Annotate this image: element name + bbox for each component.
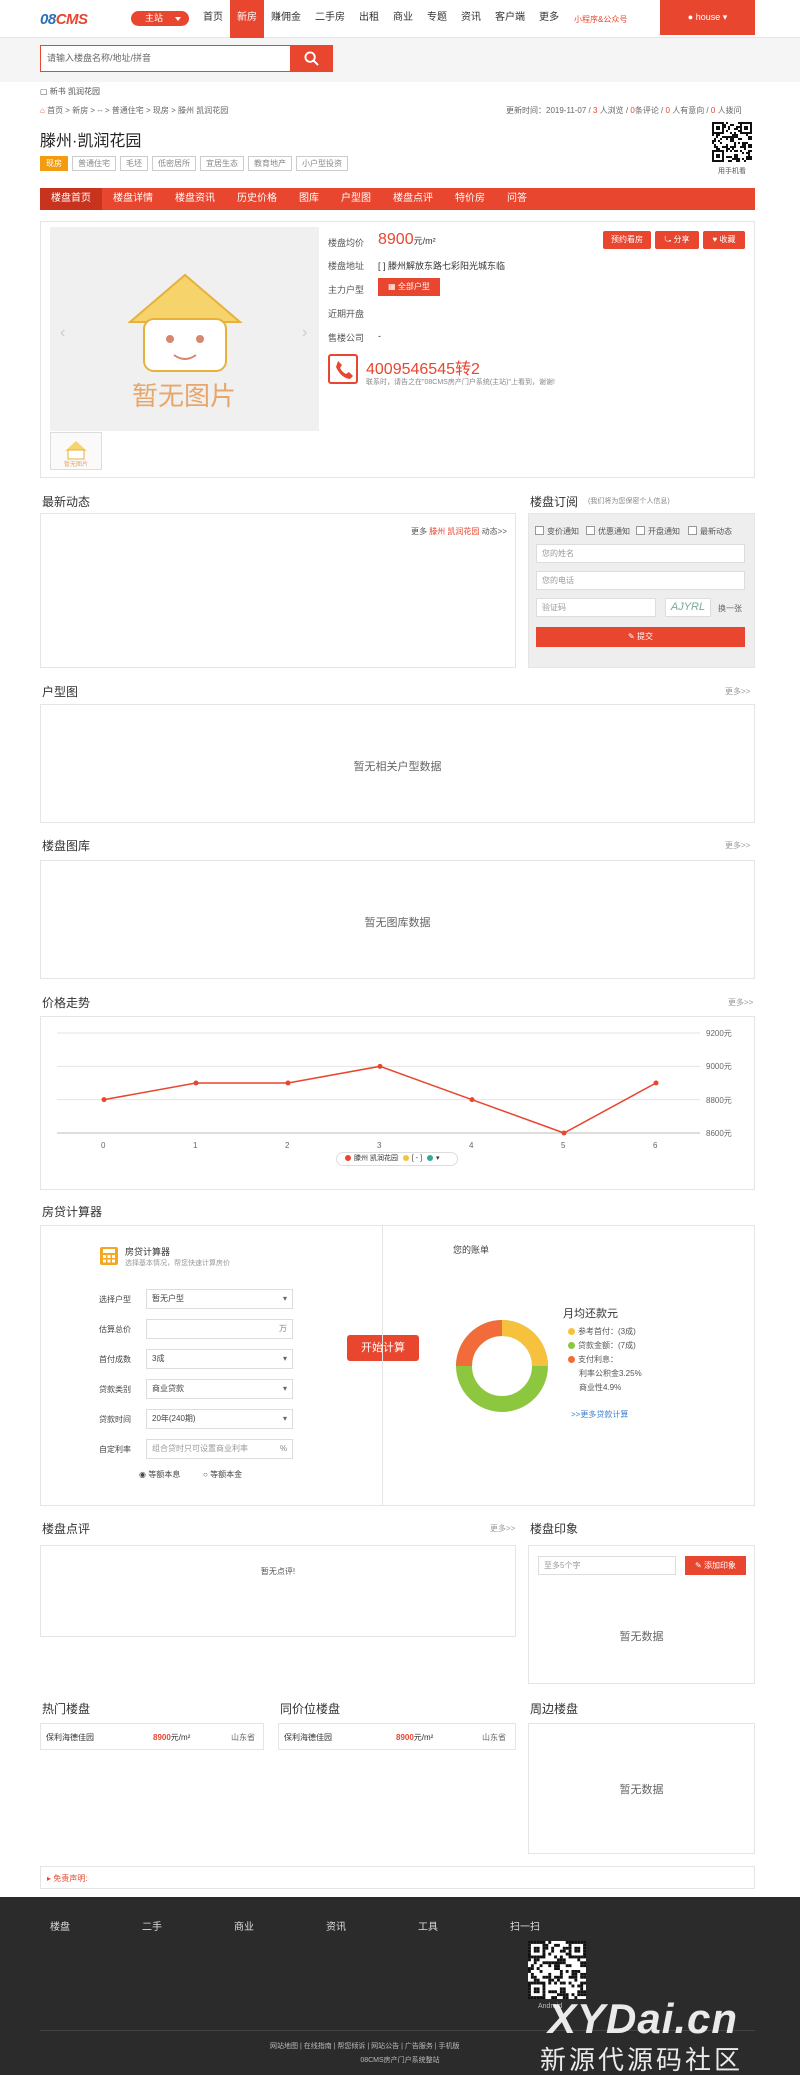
legend-dot-icon <box>402 1155 409 1161</box>
legend-series-name-2: [ - ] <box>411 1155 423 1162</box>
impression-input[interactable]: 至多5个字 <box>538 1556 676 1575</box>
megaphone-icon: ▸ <box>47 1874 52 1883</box>
footer-col[interactable]: 楼盘 <box>50 1918 70 1933</box>
calculator-widget-title: 房贷计算器 <box>125 1247 171 1257</box>
chevron-down-icon: ▾ <box>282 1354 287 1363</box>
y-tick-label: 9200元 <box>706 1029 732 1038</box>
same-price-list: 保利海德佳园 8900元/m² 山东省 <box>278 1723 516 1750</box>
list-item[interactable]: 保利海德佳园 8900元/m² 山东省 <box>41 1724 263 1749</box>
data-point[interactable] <box>469 1097 475 1103</box>
bill-title: 您的账单 <box>453 1245 490 1255</box>
down-payment-select[interactable]: 3成 ▾ <box>146 1349 293 1369</box>
floorplan-select[interactable]: 暂无户型 ▾ <box>146 1289 293 1309</box>
chevron-down-icon: ▾ <box>435 1155 440 1162</box>
x-tick-label: 1 <box>193 1141 198 1150</box>
chevron-down-icon: ▾ <box>282 1384 287 1393</box>
footer-col[interactable]: 二手 <box>142 1918 162 1933</box>
data-point[interactable] <box>101 1097 107 1103</box>
x-tick-label: 2 <box>285 1141 290 1150</box>
calculator-widget-subtitle: 选择基本情况，帮您快速计算房价 <box>125 1260 230 1267</box>
loan-term-select[interactable]: 20年(240期) ▾ <box>146 1409 293 1429</box>
disclaimer: ▸ 免责声明: <box>47 1874 88 1883</box>
legend-commercial-rate: 商业性4.9% <box>579 1383 622 1392</box>
edit-icon: ✎ <box>695 1561 702 1570</box>
more-loan-calc-link[interactable]: >>更多贷款计算 <box>571 1409 628 1420</box>
nearby-title: 周边楼盘 <box>530 1702 579 1716</box>
app-qr-code-icon <box>528 1941 586 1999</box>
divider <box>382 1226 383 1505</box>
hot-list: 保利海德佳园 8900元/m² 山东省 <box>40 1723 264 1750</box>
same-price-title: 同价位楼盘 <box>280 1702 341 1716</box>
footer-col[interactable]: 商业 <box>234 1918 254 1933</box>
data-point[interactable] <box>561 1130 567 1136</box>
radio-empty-icon: ○ <box>203 1470 208 1479</box>
x-tick-label: 0 <box>101 1141 106 1150</box>
calculate-button[interactable]: 开始计算 <box>347 1335 419 1361</box>
review-more-link[interactable]: 更多>> <box>490 1523 515 1534</box>
data-point[interactable] <box>653 1080 659 1086</box>
legend-interest: 支付利息： <box>568 1354 618 1365</box>
total-price-input[interactable]: 万 <box>146 1319 293 1339</box>
disclaimer-box: ▸ 免责声明: <box>40 1866 755 1889</box>
y-tick-label: 8800元 <box>706 1095 732 1105</box>
field-label: 贷款类别 <box>99 1385 131 1394</box>
price-trend-chart <box>57 1032 700 1136</box>
watermark-text: 新源代源码社区 <box>540 2045 744 2075</box>
legend-series-name: 滕州 凯润花园 <box>354 1155 398 1162</box>
impression-box: 至多5个字 ✎ 添加印象 暂无数据 <box>528 1545 755 1684</box>
list-item[interactable]: 保利海德佳园 8900元/m² 山东省 <box>279 1724 515 1749</box>
nearby-empty: 暂无数据 <box>619 1784 664 1796</box>
calculator-icon <box>100 1247 118 1265</box>
review-box: 暂无点评! <box>40 1545 516 1637</box>
rate-input[interactable]: 组合贷时只可设置商业利率% <box>146 1439 293 1459</box>
y-tick-label: 9000元 <box>706 1062 732 1072</box>
monthly-payment: 月均还款元 <box>563 1308 618 1320</box>
x-tick-label: 4 <box>469 1141 474 1150</box>
x-tick-label: 6 <box>653 1141 658 1150</box>
footer-col: 扫一扫 <box>510 1922 540 1933</box>
y-tick-label: 8600元 <box>706 1129 732 1138</box>
legend-fund-rate: 利率公积金3.25% <box>579 1369 642 1378</box>
field-label: 首付成数 <box>99 1355 131 1364</box>
radio-checked-icon: ◉ <box>139 1470 146 1479</box>
x-tick-label: 3 <box>377 1141 382 1150</box>
hot-title: 热门楼盘 <box>42 1702 91 1716</box>
legend-down-payment: 参考首付：(3成) <box>568 1326 636 1337</box>
impression-title: 楼盘印象 <box>530 1522 579 1536</box>
footer-col[interactable]: 资讯 <box>326 1918 346 1933</box>
review-title: 楼盘点评 <box>42 1522 91 1536</box>
legend-dot-icon <box>426 1155 433 1161</box>
footer-col[interactable]: 工具 <box>418 1918 438 1933</box>
x-tick-label: 5 <box>561 1141 566 1150</box>
nearby-box: 暂无数据 <box>528 1723 755 1854</box>
watermark-domain: XYDai.cn <box>548 1995 739 2042</box>
radio-equal-installment[interactable]: ◉ 等额本息 <box>139 1469 180 1480</box>
add-impression-button[interactable]: ✎ 添加印象 <box>685 1556 746 1575</box>
review-empty: 暂无点评! <box>260 1567 296 1576</box>
radio-equal-principal[interactable]: ○ 等额本金 <box>203 1469 242 1480</box>
payment-donut-chart <box>456 1320 548 1412</box>
chevron-down-icon: ▾ <box>282 1294 287 1303</box>
loan-type-select[interactable]: 商业贷款 ▾ <box>146 1379 293 1399</box>
chart-legend[interactable]: 滕州 凯润花园 [ - ] ▾ <box>336 1152 458 1166</box>
field-label: 选择户型 <box>99 1295 131 1304</box>
chevron-down-icon: ▾ <box>282 1414 287 1423</box>
data-point[interactable] <box>377 1063 383 1069</box>
legend-loan-amount: 贷款金额：(7成) <box>568 1340 636 1351</box>
legend-dot-icon <box>345 1155 351 1161</box>
data-point[interactable] <box>193 1080 199 1086</box>
impression-empty: 暂无数据 <box>619 1631 664 1643</box>
field-label: 贷款时间 <box>99 1415 131 1424</box>
calculator-title: 房贷计算器 <box>42 1205 103 1219</box>
field-label: 自定利率 <box>99 1445 131 1454</box>
data-point[interactable] <box>285 1080 291 1086</box>
field-label: 估算总价 <box>99 1325 131 1334</box>
calculator-box: 房贷计算器 选择基本情况，帮您快速计算房价 选择户型 暂无户型 ▾ 估算总价 万 … <box>40 1225 755 1506</box>
footer-links[interactable]: 网站地图 | 在线指南 | 帮您倾诉 | 网站公告 | 广告服务 | 手机版 <box>270 2041 460 2051</box>
